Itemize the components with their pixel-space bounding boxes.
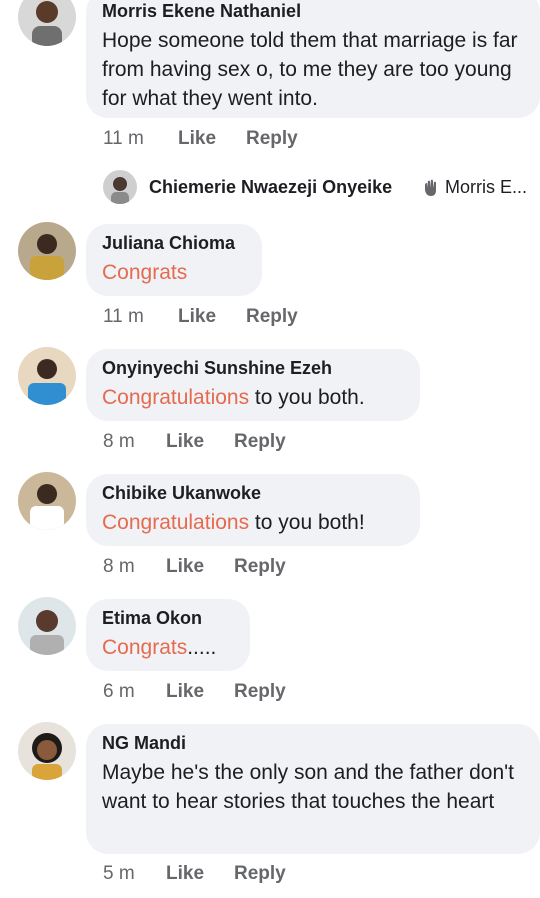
highlight-text: Congratulations — [102, 386, 250, 409]
comment-text: Congratulations to you both. — [102, 383, 404, 412]
comment-author[interactable]: Onyinyechi Sunshine Ezeh — [102, 357, 404, 379]
reply-hand-icon — [421, 178, 441, 198]
reply-button[interactable]: Reply — [234, 556, 286, 578]
comment-text-rest: to you both! — [249, 511, 365, 534]
highlight-text: Congratulations — [102, 511, 250, 534]
highlight-text: Congrats — [102, 261, 188, 284]
like-button[interactable]: Like — [178, 306, 216, 328]
highlight-text: Congrats — [102, 636, 188, 659]
comment-time: 11 m — [103, 306, 144, 327]
comment-bubble: Chibike Ukanwoke Congratulations to you … — [86, 474, 420, 546]
avatar[interactable] — [18, 222, 76, 280]
comment-text-rest: to you both. — [249, 386, 365, 409]
comment-time: 5 m — [103, 863, 135, 884]
comment-author[interactable]: Juliana Chioma — [102, 232, 246, 254]
comment-time: 6 m — [103, 681, 135, 702]
comment-text: Congrats..... — [102, 633, 234, 662]
like-button[interactable]: Like — [166, 863, 204, 885]
reply-button[interactable]: Reply — [234, 863, 286, 885]
comment-bubble: NG Mandi Maybe he's the only son and the… — [86, 724, 540, 854]
comment-author[interactable]: Etima Okon — [102, 607, 234, 629]
comment-author[interactable]: Morris Ekene Nathaniel — [102, 0, 524, 22]
reply-author[interactable]: Chiemerie Nwaezeji Onyeike — [149, 177, 392, 198]
avatar[interactable] — [18, 722, 76, 780]
reply-button[interactable]: Reply — [246, 306, 298, 328]
reply-target: Morris E... — [445, 177, 528, 197]
like-button[interactable]: Like — [178, 128, 216, 150]
like-button[interactable]: Like — [166, 556, 204, 578]
reply-preview[interactable]: Chiemerie Nwaezeji Onyeike Morris E... — [103, 170, 540, 206]
comment-time: 11 m — [103, 128, 144, 149]
avatar[interactable] — [18, 597, 76, 655]
avatar[interactable] — [18, 472, 76, 530]
reply-button[interactable]: Reply — [234, 681, 286, 703]
comment-text-rest: ..... — [187, 636, 217, 659]
comment-time: 8 m — [103, 556, 135, 577]
reply-button[interactable]: Reply — [234, 431, 286, 453]
like-button[interactable]: Like — [166, 681, 204, 703]
avatar[interactable] — [18, 347, 76, 405]
comment-bubble: Juliana Chioma Congrats — [86, 224, 262, 296]
avatar[interactable] — [18, 0, 76, 46]
comment-text: Congratulations to you both! — [102, 508, 404, 537]
comment-text: Hope someone told them that marriage is … — [102, 29, 518, 110]
comment-bubble: Morris Ekene Nathaniel Hope someone told… — [86, 0, 540, 118]
comment-text: Congrats — [102, 258, 246, 287]
reply-avatar[interactable] — [103, 170, 137, 204]
comment-author[interactable]: Chibike Ukanwoke — [102, 482, 404, 504]
reply-button[interactable]: Reply — [246, 128, 298, 150]
comment-author[interactable]: NG Mandi — [102, 732, 524, 754]
comment-text: Maybe he's the only son and the father d… — [102, 761, 514, 813]
comment-bubble: Onyinyechi Sunshine Ezeh Congratulations… — [86, 349, 420, 421]
comment-time: 8 m — [103, 431, 135, 452]
comment-bubble: Etima Okon Congrats..... — [86, 599, 250, 671]
like-button[interactable]: Like — [166, 431, 204, 453]
